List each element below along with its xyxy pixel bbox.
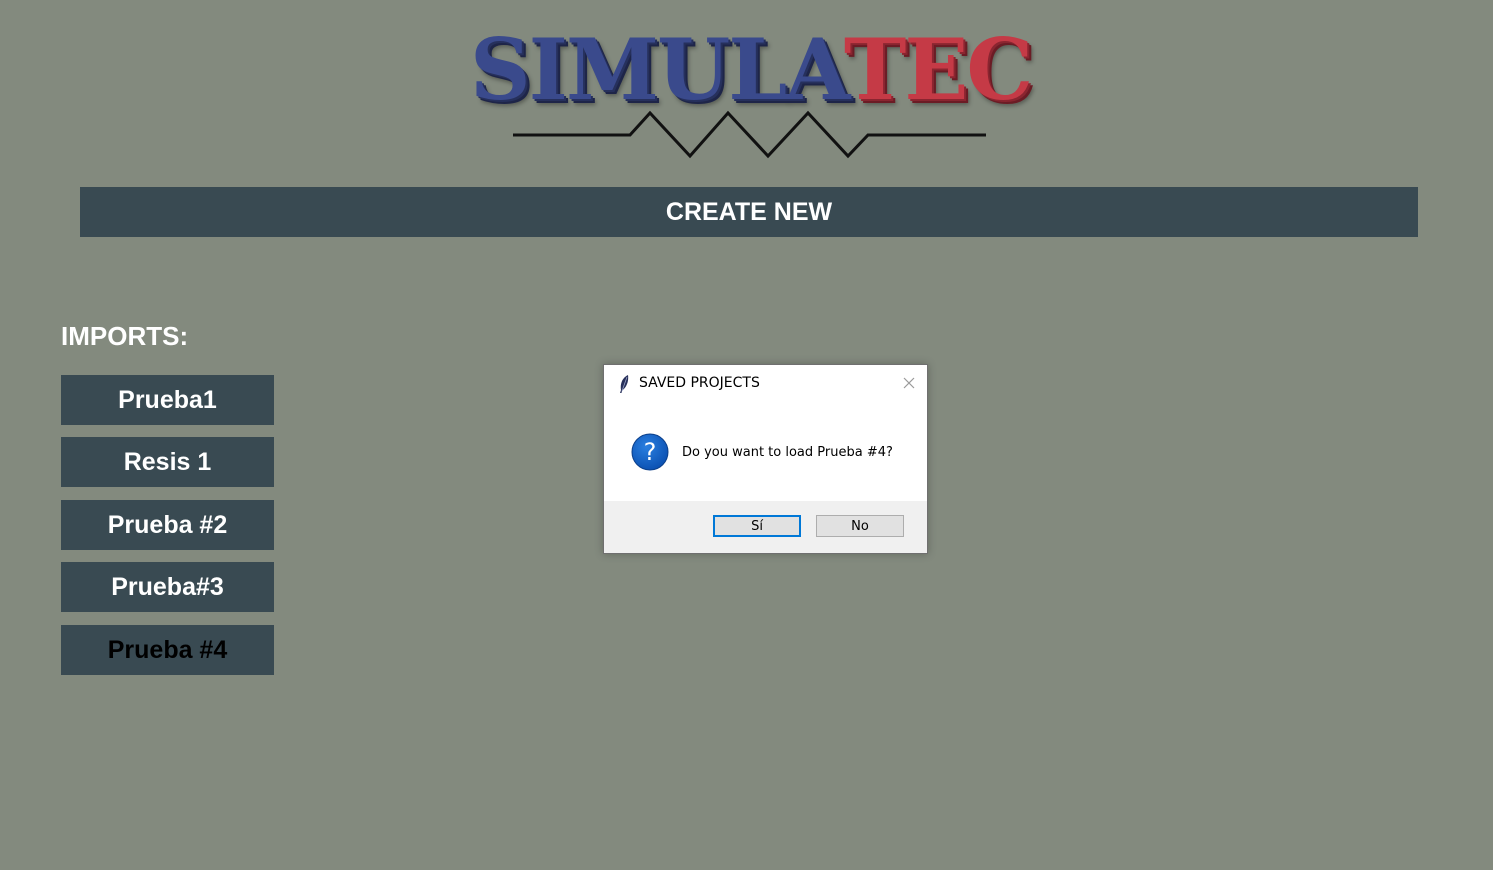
import-item-resis-1[interactable]: Resis 1 [61, 437, 274, 487]
import-item-prueba-3[interactable]: Prueba#3 [61, 562, 274, 612]
svg-text:?: ? [644, 438, 657, 466]
simulatec-logo: SIMULATEC [470, 20, 1033, 170]
saved-projects-dialog: SAVED PROJECTS ? Do you want to load Pru… [603, 364, 928, 554]
dialog-message: Do you want to load Prueba #4? [682, 445, 893, 460]
logo-text-simula: SIMULA [470, 20, 846, 119]
question-icon: ? [631, 433, 669, 471]
close-icon[interactable] [901, 375, 917, 391]
dialog-titlebar[interactable]: SAVED PROJECTS [604, 365, 927, 403]
import-item-prueba-4[interactable]: Prueba #4 [61, 625, 274, 675]
yes-button[interactable]: Sí [713, 515, 801, 537]
resistor-zigzag-icon [513, 110, 986, 159]
no-button[interactable]: No [816, 515, 904, 537]
feather-icon [620, 375, 629, 393]
logo-text: SIMULATEC [470, 20, 1033, 120]
dialog-title: SAVED PROJECTS [639, 375, 760, 391]
dialog-footer: Sí No [604, 501, 927, 553]
logo-text-tec: TEC [843, 20, 1033, 119]
import-item-prueba-2[interactable]: Prueba #2 [61, 500, 274, 550]
create-new-button[interactable]: CREATE NEW [80, 187, 1418, 237]
imports-heading: IMPORTS: [61, 321, 189, 351]
import-item-prueba1[interactable]: Prueba1 [61, 375, 274, 425]
